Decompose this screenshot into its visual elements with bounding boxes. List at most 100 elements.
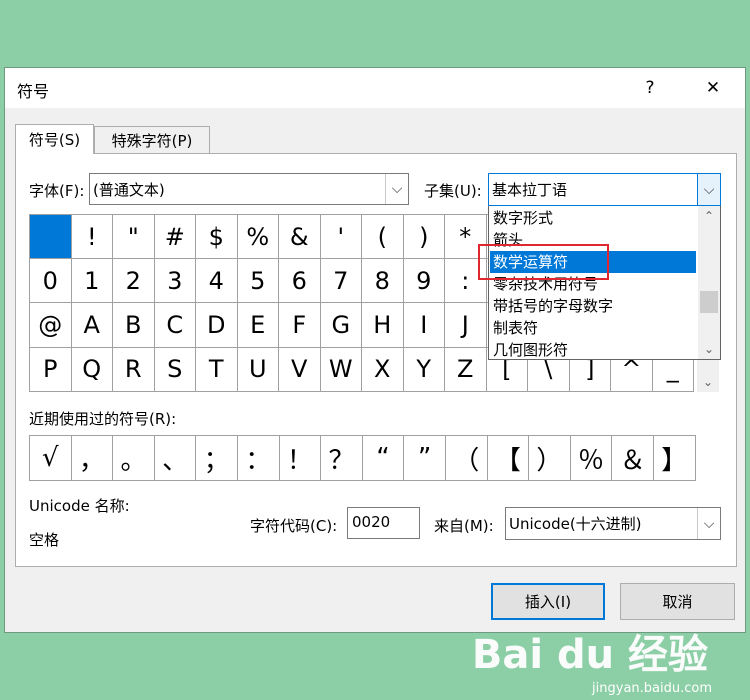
symbol-cell[interactable]: H	[362, 303, 404, 348]
dropdown-scrollbar[interactable]: ⌃ ⌄	[698, 206, 720, 359]
symbol-cell[interactable]: 3	[154, 259, 196, 304]
from-value: Unicode(十六进制)	[509, 515, 642, 533]
symbol-cell[interactable]: W	[320, 347, 362, 392]
symbol-cell[interactable]: 9	[403, 259, 445, 304]
symbol-cell[interactable]: V	[279, 347, 321, 392]
symbol-cell[interactable]: S	[154, 347, 196, 392]
symbol-cell[interactable]: D	[196, 303, 238, 348]
symbol-cell[interactable]: '	[320, 215, 362, 260]
symbol-cell[interactable]: T	[196, 347, 238, 392]
recent-symbol-cell[interactable]: ：	[237, 436, 280, 481]
symbol-cell[interactable]: *	[445, 215, 487, 260]
symbol-cell[interactable]: X	[362, 347, 404, 392]
symbol-cell[interactable]: A	[71, 303, 113, 348]
symbol-cell[interactable]: G	[320, 303, 362, 348]
symbol-cell[interactable]: @	[30, 303, 72, 348]
symbol-cell[interactable]: 4	[196, 259, 238, 304]
recent-symbols-grid: √，。、；：！？ “” （【）％＆】	[29, 435, 696, 481]
symbol-cell[interactable]: &	[279, 215, 321, 260]
scroll-down-icon[interactable]: ⌄	[697, 372, 719, 392]
subset-option[interactable]: 几何图形符	[490, 339, 696, 361]
font-combo[interactable]: (普通文本) ⌵	[89, 173, 409, 205]
chevron-down-icon[interactable]: ⌵	[697, 174, 720, 205]
chevron-down-icon[interactable]: ⌵	[385, 174, 408, 204]
chevron-down-icon[interactable]: ⌵	[697, 508, 720, 539]
recent-symbol-cell[interactable]: 。	[113, 436, 155, 481]
subset-option[interactable]: 数字形式	[490, 207, 696, 229]
recent-label: 近期使用过的符号(R):	[29, 410, 177, 428]
insert-button[interactable]: 插入(I)	[491, 583, 605, 620]
unicode-name-value: 空格	[29, 531, 60, 549]
recent-symbol-cell[interactable]: ；	[196, 436, 238, 481]
scroll-thumb[interactable]	[700, 291, 718, 313]
scroll-up-icon[interactable]: ⌃	[698, 206, 720, 226]
help-icon[interactable]: ?	[635, 74, 665, 102]
recent-symbol-cell[interactable]: 、	[154, 436, 197, 481]
from-combo[interactable]: Unicode(十六进制) ⌵	[505, 507, 721, 540]
symbol-cell[interactable]: C	[154, 303, 196, 348]
symbol-cell[interactable]: 8	[362, 259, 404, 304]
symbol-cell[interactable]: I	[403, 303, 445, 348]
cancel-button-label: 取消	[662, 593, 693, 611]
recent-symbol-cell[interactable]: ！	[279, 436, 322, 481]
symbol-cell[interactable]: B	[113, 303, 155, 348]
recent-symbol-cell[interactable]: ）	[529, 436, 571, 481]
tab-symbols-label: 符号(S)	[28, 131, 81, 149]
tab-symbols[interactable]: 符号(S)	[15, 124, 94, 154]
recent-symbol-cell[interactable]: 【	[487, 436, 530, 481]
font-label: 字体(F):	[29, 182, 85, 200]
close-icon[interactable]: ✕	[698, 74, 728, 102]
subset-option[interactable]: 零杂技术用符号	[490, 273, 696, 295]
subset-combo[interactable]: 基本拉丁语 ⌵	[488, 173, 721, 206]
subset-option[interactable]: 数学运算符	[490, 251, 696, 273]
recent-symbol-cell[interactable]: ？	[321, 436, 363, 481]
recent-symbol-cell[interactable]: 】	[653, 436, 696, 481]
symbol-cell[interactable]: U	[237, 347, 279, 392]
symbol-cell[interactable]: R	[113, 347, 155, 392]
symbol-cell[interactable]: $	[196, 215, 238, 260]
symbol-cell[interactable]: (	[362, 215, 404, 260]
recent-symbol-cell[interactable]: “	[362, 436, 405, 481]
symbol-cell[interactable]: 2	[113, 259, 155, 304]
subset-option[interactable]: 带括号的字母数字	[490, 295, 696, 317]
symbol-cell[interactable]: Z	[445, 347, 487, 392]
tab-special-characters[interactable]: 特殊字符(P)	[94, 126, 210, 153]
symbol-cell[interactable]: E	[237, 303, 279, 348]
cancel-button[interactable]: 取消	[620, 583, 735, 620]
unicode-name-label: Unicode 名称:	[29, 497, 130, 515]
recent-symbol-cell[interactable]: ＆	[612, 436, 654, 481]
char-code-label: 字符代码(C):	[250, 517, 338, 535]
symbol-cell[interactable]: 0	[30, 259, 72, 304]
title-bar: 符号 ? ✕	[5, 68, 745, 108]
symbol-cell[interactable]: 6	[279, 259, 321, 304]
symbol-cell[interactable]: 7	[320, 259, 362, 304]
symbol-cell[interactable]: %	[237, 215, 279, 260]
recent-symbol-cell[interactable]: √	[30, 436, 72, 481]
dialog-title: 符号	[17, 82, 50, 101]
recent-symbol-cell[interactable]: ，	[71, 436, 114, 481]
symbol-cell[interactable]: !	[71, 215, 113, 260]
font-value: (普通文本)	[93, 181, 165, 199]
symbol-cell[interactable]: "	[113, 215, 155, 260]
scroll-down-icon[interactable]: ⌄	[698, 339, 720, 359]
symbol-cell[interactable]: )	[403, 215, 445, 260]
symbol-cell[interactable]: 5	[237, 259, 279, 304]
char-code-input[interactable]: 0020	[347, 507, 420, 539]
symbol-cell[interactable]: Q	[71, 347, 113, 392]
symbol-cell[interactable]: 1	[71, 259, 113, 304]
symbol-cell[interactable]: :	[445, 259, 487, 304]
subset-dropdown-list: 数字形式 箭头 数学运算符 零杂技术用符号 带括号的字母数字 制表符 几何图形符 ⌃ ⌄	[488, 205, 721, 360]
symbol-cell[interactable]: #	[154, 215, 196, 260]
symbol-cell[interactable]: P	[30, 347, 72, 392]
symbol-cell[interactable]: F	[279, 303, 321, 348]
symbol-cell[interactable]: Y	[403, 347, 445, 392]
recent-symbol-cell[interactable]: ％	[570, 436, 613, 481]
recent-symbol-cell[interactable]: ”	[404, 436, 446, 481]
watermark-logo: Bai du 经验	[471, 632, 708, 678]
subset-option[interactable]: 箭头	[490, 229, 696, 251]
symbol-cell[interactable]	[30, 215, 72, 260]
from-label: 来自(M):	[434, 517, 494, 535]
subset-option[interactable]: 制表符	[490, 317, 696, 339]
symbol-cell[interactable]: J	[445, 303, 487, 348]
recent-symbol-cell[interactable]: （	[445, 436, 488, 481]
